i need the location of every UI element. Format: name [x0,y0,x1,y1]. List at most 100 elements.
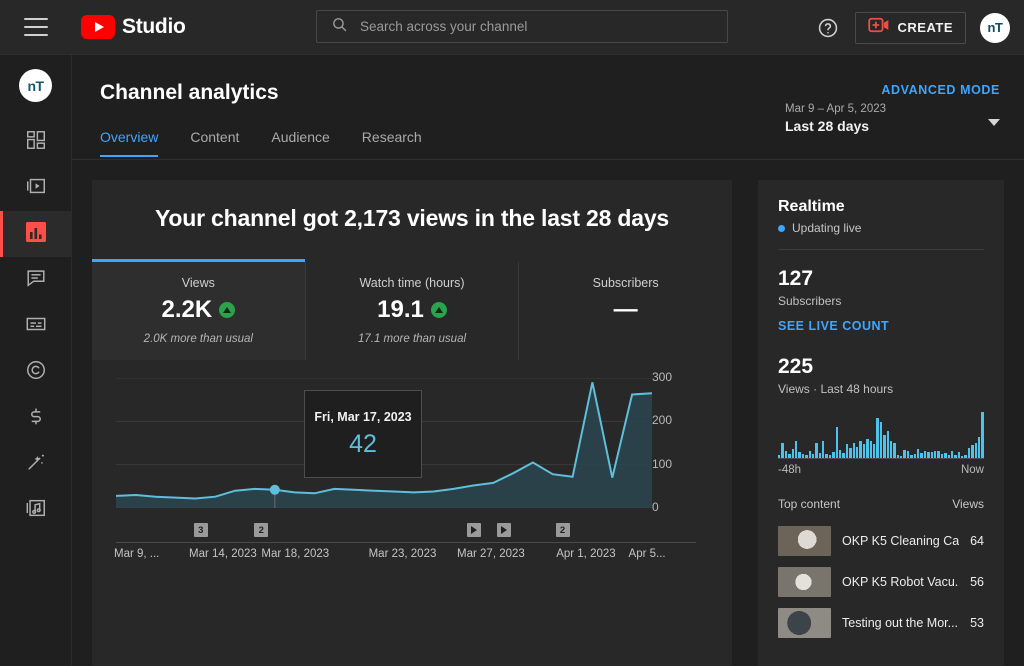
metric-note: 17.1 more than usual [306,333,519,345]
chart-x-axis-line [116,542,696,543]
realtime-subscribers-value: 127 [778,267,984,291]
tab-content[interactable]: Content [174,129,255,157]
event-marker-video[interactable] [467,523,481,537]
sidebar-item-dashboard[interactable] [0,119,72,165]
metric-note: 2.0K more than usual [92,333,305,345]
realtime-bar [842,453,844,458]
video-plus-icon [868,17,890,38]
realtime-views-label: Views · Last 48 hours [778,382,984,396]
realtime-bar [890,441,892,458]
realtime-axis-labels: -48h Now [778,464,984,476]
youtube-play-icon [81,15,115,39]
metric-label: Watch time (hours) [306,276,519,290]
realtime-bar-chart[interactable] [778,410,984,458]
date-range-selector[interactable]: Mar 9 – Apr 5, 2023 Last 28 days [785,103,1000,134]
video-views: 53 [970,616,984,630]
event-marker-count[interactable]: 3 [194,523,208,537]
advanced-mode-link[interactable]: ADVANCED MODE [881,83,1000,97]
y-axis-tick: 300 [652,370,672,384]
sidebar-item-monetization[interactable] [0,395,72,441]
views-line-chart[interactable]: 3002001000 Fri, Mar 17, 2023 42 322 Mar … [92,378,732,568]
tab-research[interactable]: Research [346,129,438,157]
divider [778,249,984,250]
event-marker-video[interactable] [497,523,511,537]
tab-audience[interactable]: Audience [255,129,345,157]
realtime-bar [863,444,865,458]
trend-up-icon [431,302,447,318]
sidebar-item-copyright[interactable] [0,349,72,395]
realtime-bar [876,418,878,458]
realtime-live-label: Updating live [792,221,861,235]
realtime-bar [856,447,858,459]
sidebar-item-analytics[interactable] [0,211,72,257]
metric-card-views[interactable]: Views 2.2K 2.0K more than usual [92,262,306,360]
views-column-label: Views [952,497,984,511]
realtime-bar [785,451,787,458]
realtime-bar [971,445,973,458]
x-axis-tick: Mar 27, 2023 [457,548,525,560]
metric-card-subscribers[interactable]: Subscribers — [519,262,732,360]
account-avatar[interactable]: nT [980,13,1010,43]
top-bar: Studio [0,0,1024,55]
realtime-bar [870,441,872,458]
realtime-title: Realtime [778,198,984,216]
video-title: OKP K5 Robot Vacu... [842,575,959,589]
copyright-icon [25,359,47,386]
subtitles-icon [25,313,47,340]
brand-label: Studio [122,15,186,39]
realtime-axis-right: Now [961,464,984,476]
event-marker-count[interactable]: 2 [556,523,570,537]
metric-card-watch-time[interactable]: Watch time (hours) 19.1 17.1 more than u… [306,262,520,360]
realtime-bar [819,453,821,458]
metric-value: 19.1 [306,296,519,324]
y-axis-tick: 200 [652,413,672,427]
sidebar-item-audio-library[interactable] [0,487,72,533]
realtime-bar [853,443,855,458]
sidebar-item-subtitles[interactable] [0,303,72,349]
realtime-bar [798,452,800,458]
sidebar-item-content[interactable] [0,165,72,211]
tab-overview[interactable]: Overview [100,129,174,157]
metric-label: Views [92,276,305,290]
tabs-divider [72,159,1024,160]
realtime-bar [941,454,943,458]
realtime-bar [964,455,966,458]
top-content-row[interactable]: OKP K5 Cleaning Ca...64 [778,520,984,561]
create-button[interactable]: CREATE [855,12,966,44]
realtime-views-value: 225 [778,355,984,379]
realtime-bar [968,448,970,458]
overview-card: Your channel got 2,173 views in the last… [92,180,732,666]
studio-logo[interactable]: Studio [81,15,186,39]
x-axis-tick: Mar 14, 2023 [189,548,257,560]
metric-number: 19.1 [377,296,424,324]
hamburger-menu-icon[interactable] [24,18,48,36]
comment-icon [25,267,47,294]
video-thumbnail [778,526,831,556]
trend-up-icon [219,302,235,318]
channel-avatar[interactable]: nT [19,69,52,102]
see-live-count-link[interactable]: SEE LIVE COUNT [778,319,984,333]
realtime-bar [836,427,838,458]
realtime-bar [903,450,905,458]
search-box[interactable] [316,10,728,43]
play-icon [501,526,507,534]
top-content-row[interactable]: Testing out the Mor... 53 [778,602,984,643]
realtime-bar [802,454,804,458]
realtime-bar [788,454,790,458]
realtime-bar [893,443,895,458]
help-circle-icon[interactable] [815,15,841,41]
video-title: Testing out the Mor... [842,616,959,630]
realtime-bar [954,455,956,458]
sidebar-item-comments[interactable] [0,257,72,303]
top-content-row[interactable]: OKP K5 Robot Vacu...56 [778,561,984,602]
sidebar-item-customization[interactable] [0,441,72,487]
search-input[interactable] [360,19,727,34]
event-marker-count[interactable]: 2 [254,523,268,537]
x-axis-tick: Apr 1, 2023 [556,548,615,560]
realtime-bar [795,441,797,458]
page-title: Channel analytics [100,81,279,105]
magic-wand-icon [25,451,47,478]
chevron-down-icon[interactable] [988,119,1000,126]
video-thumbnail [778,567,831,597]
realtime-bar [815,443,817,458]
